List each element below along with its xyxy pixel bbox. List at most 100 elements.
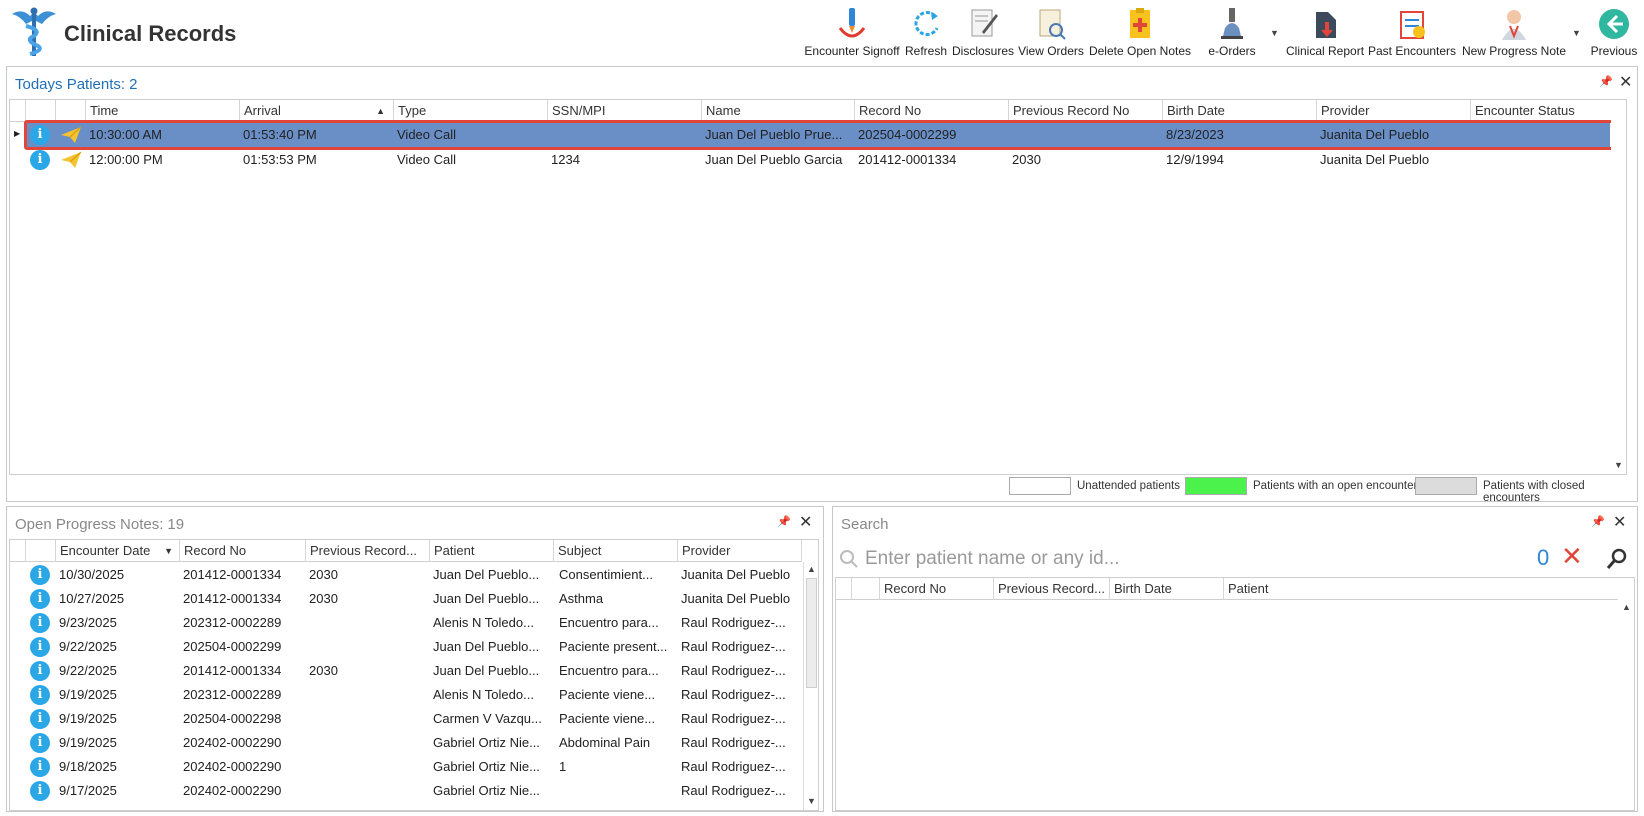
table-row[interactable]: i 9/19/2025 202504-0002298 Carmen V Vazqu..… bbox=[10, 707, 802, 731]
close-icon[interactable]: ✕ bbox=[1619, 72, 1632, 92]
cell-subject: Consentimient... bbox=[559, 567, 653, 582]
close-icon[interactable]: ✕ bbox=[1613, 512, 1626, 532]
cell-patient: Juan Del Pueblo... bbox=[433, 591, 540, 606]
scroll-down-icon[interactable]: ▼ bbox=[1614, 460, 1623, 470]
info-icon[interactable]: i bbox=[30, 757, 50, 777]
new-progress-note-button[interactable]: New Progress Note bbox=[1460, 4, 1568, 62]
view-orders-label: View Orders bbox=[1018, 44, 1084, 58]
cell-encounter-date: 10/27/2025 bbox=[59, 591, 125, 606]
info-icon[interactable]: i bbox=[30, 589, 50, 609]
table-row[interactable]: ▶ i 10:30:00 AM 01:53:40 PM Video Call J… bbox=[10, 123, 1610, 147]
scrollbar-thumb[interactable] bbox=[806, 578, 817, 688]
cell-patient: Alenis N Toledo... bbox=[433, 615, 534, 630]
cell-previous-record bbox=[306, 611, 430, 635]
scroll-up-icon[interactable]: ▲ bbox=[807, 564, 816, 574]
e-orders-dropdown-icon[interactable]: ▼ bbox=[1270, 28, 1279, 38]
column-previous-record[interactable]: Previous Record... bbox=[994, 578, 1110, 600]
table-row[interactable]: i 9/19/2025 202312-0002289 Alenis N Toledo.… bbox=[10, 683, 802, 707]
cell-birth-date: 12/9/1994 bbox=[1166, 152, 1224, 167]
info-icon[interactable]: i bbox=[30, 125, 50, 145]
table-row[interactable]: i 10/27/2025 201412-0001334 2030 Juan Del Pu… bbox=[10, 587, 802, 611]
column-type[interactable]: Type bbox=[394, 100, 548, 122]
new-progress-note-icon bbox=[1502, 10, 1526, 40]
table-row[interactable]: i 9/19/2025 202402-0002290 Gabriel Ortiz Ni… bbox=[10, 731, 802, 755]
info-icon[interactable]: i bbox=[30, 709, 50, 729]
legend-open-swatch bbox=[1185, 477, 1247, 495]
info-icon[interactable]: i bbox=[30, 661, 50, 681]
cell-previous-record bbox=[306, 779, 430, 803]
vertical-scrollbar[interactable]: ▼ bbox=[1611, 100, 1626, 474]
close-icon[interactable]: ✕ bbox=[799, 512, 812, 532]
column-time[interactable]: Time bbox=[86, 100, 240, 122]
pin-icon[interactable]: 📌 bbox=[1591, 515, 1605, 528]
search-results-grid: Record No Previous Record... Birth Date … bbox=[835, 577, 1635, 811]
cell-subject: Asthma bbox=[559, 591, 604, 606]
column-record-no[interactable]: Record No bbox=[855, 100, 1009, 122]
column-provider[interactable]: Provider bbox=[678, 540, 802, 562]
pin-icon[interactable]: 📌 bbox=[1599, 75, 1613, 88]
cell-subject: Paciente present... bbox=[559, 639, 668, 654]
cell-provider: Raul Rodriguez-... bbox=[681, 663, 786, 678]
cell-record-no: 202504-0002299 bbox=[183, 639, 282, 654]
info-icon[interactable]: i bbox=[30, 565, 50, 585]
cell-encounter-date: 9/22/2025 bbox=[59, 639, 117, 654]
column-encounter-date[interactable]: Encounter Date ▼ bbox=[56, 540, 180, 562]
view-orders-button[interactable]: View Orders bbox=[1018, 4, 1084, 62]
header-status bbox=[56, 100, 86, 122]
info-icon[interactable]: i bbox=[30, 733, 50, 753]
refresh-button[interactable]: Refresh bbox=[904, 4, 948, 62]
table-row[interactable]: i 9/22/2025 201412-0001334 2030 Juan Del Pue… bbox=[10, 659, 802, 683]
past-encounters-button[interactable]: Past Encounters bbox=[1368, 4, 1456, 62]
new-progress-note-dropdown-icon[interactable]: ▼ bbox=[1572, 28, 1581, 38]
vertical-scrollbar[interactable]: ▲ ▼ bbox=[803, 562, 818, 810]
cell-subject: Abdominal Pain bbox=[559, 735, 651, 750]
cell-previous-record: 2030 bbox=[309, 567, 338, 582]
table-row[interactable]: i 9/22/2025 202504-0002299 Juan Del Pueblo.… bbox=[10, 635, 802, 659]
column-record-no[interactable]: Record No bbox=[180, 540, 306, 562]
column-ssn-mpi[interactable]: SSN/MPI bbox=[548, 100, 702, 122]
disclosures-button[interactable]: Disclosures bbox=[952, 4, 1014, 62]
column-subject[interactable]: Subject bbox=[554, 540, 678, 562]
table-row[interactable]: i 12:00:00 PM 01:53:53 PM Video Call 123… bbox=[10, 148, 1610, 172]
previous-button[interactable]: Previous bbox=[1586, 4, 1642, 62]
search-go-icon[interactable] bbox=[1605, 547, 1629, 571]
cell-name: Juan Del Pueblo Garcia bbox=[705, 152, 843, 167]
e-orders-button[interactable]: e-Orders bbox=[1200, 4, 1264, 62]
column-patient[interactable]: Patient bbox=[1224, 578, 1618, 600]
info-icon[interactable]: i bbox=[30, 613, 50, 633]
column-previous-record[interactable]: Previous Record... bbox=[306, 540, 430, 562]
table-row[interactable]: i 9/18/2025 202402-0002290 Gabriel Ortiz Ni… bbox=[10, 755, 802, 779]
search-input[interactable] bbox=[863, 545, 1463, 573]
info-icon[interactable]: i bbox=[30, 781, 50, 801]
clear-search-icon[interactable]: ✕ bbox=[1561, 541, 1583, 572]
scroll-down-icon[interactable]: ▼ bbox=[807, 796, 816, 806]
delete-open-notes-icon bbox=[1130, 8, 1150, 38]
table-row[interactable]: i 9/17/2025 202402-0002290 Gabriel Ortiz Ni… bbox=[10, 779, 802, 803]
column-provider[interactable]: Provider bbox=[1317, 100, 1471, 122]
column-encounter-status[interactable]: Encounter Status bbox=[1471, 100, 1625, 122]
encounter-signoff-button[interactable]: Encounter Signoff bbox=[804, 4, 900, 62]
column-name[interactable]: Name bbox=[702, 100, 855, 122]
column-patient[interactable]: Patient bbox=[430, 540, 554, 562]
column-arrival[interactable]: Arrival ▲ bbox=[240, 100, 394, 122]
column-birth-date[interactable]: Birth Date bbox=[1163, 100, 1317, 122]
clinical-report-button[interactable]: Clinical Report bbox=[1286, 4, 1364, 62]
table-row[interactable]: i 9/23/2025 202312-0002289 Alenis N Toledo.… bbox=[10, 611, 802, 635]
cell-subject: Encuentro para... bbox=[559, 615, 659, 630]
legend-open-label: Patients with an open encounter bbox=[1253, 480, 1418, 492]
table-row[interactable]: i 10/30/2025 201412-0001334 2030 Juan Del Pu… bbox=[10, 563, 802, 587]
pin-icon[interactable]: 📌 bbox=[777, 515, 791, 528]
cell-provider: Juanita Del Pueblo bbox=[1320, 152, 1430, 167]
delete-open-notes-button[interactable]: Delete Open Notes bbox=[1088, 4, 1192, 62]
info-icon[interactable]: i bbox=[30, 685, 50, 705]
scroll-up-icon[interactable]: ▲ bbox=[1622, 602, 1631, 612]
column-previous-record-no[interactable]: Previous Record No bbox=[1009, 100, 1163, 122]
cell-previous-record bbox=[306, 707, 430, 731]
view-orders-icon bbox=[1039, 9, 1066, 40]
vertical-scrollbar[interactable]: ▲ bbox=[1619, 600, 1634, 810]
column-birth-date[interactable]: Birth Date bbox=[1110, 578, 1224, 600]
info-icon[interactable]: i bbox=[30, 637, 50, 657]
encounter-signoff-label: Encounter Signoff bbox=[804, 44, 900, 58]
column-record-no[interactable]: Record No bbox=[880, 578, 994, 600]
info-icon[interactable]: i bbox=[30, 150, 50, 170]
